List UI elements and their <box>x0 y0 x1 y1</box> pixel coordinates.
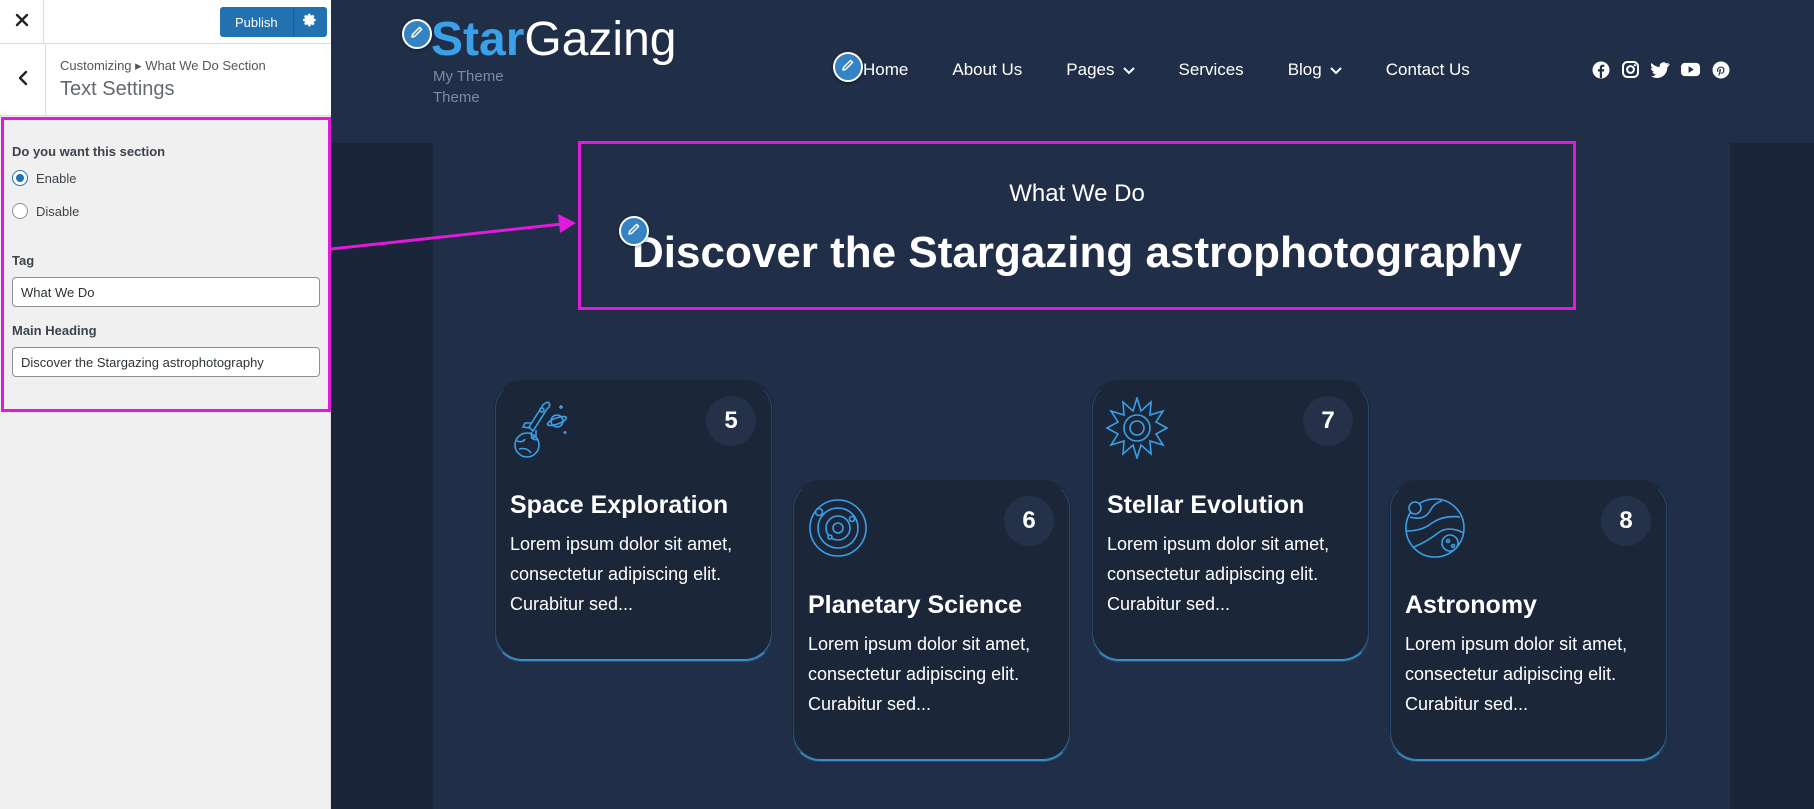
nav-pages-label: Pages <box>1066 60 1115 79</box>
card-number: 7 <box>1303 396 1353 446</box>
main-heading-input[interactable] <box>12 347 320 377</box>
radio-enable-label: Enable <box>36 170 77 186</box>
card-title: Stellar Evolution <box>1107 491 1305 519</box>
customizer-header: Publish <box>0 0 331 44</box>
card-text: Lorem ipsum dolor sit amet, consectetur … <box>1405 634 1628 714</box>
site-logo[interactable]: StarGazing <box>431 12 676 68</box>
pencil-icon <box>410 25 424 44</box>
site-preview: StarGazing My Theme Theme Home About Us … <box>331 0 1814 809</box>
edit-logo-button[interactable] <box>402 19 432 49</box>
radio-enable[interactable]: Enable <box>12 170 76 186</box>
section-tag: What We Do <box>1009 180 1145 207</box>
nav-pages[interactable]: Pages <box>1066 60 1135 80</box>
nav-blog[interactable]: Blog <box>1288 60 1342 80</box>
radio-disable-label: Disable <box>36 203 80 219</box>
pinterest-icon[interactable] <box>1711 60 1730 79</box>
nav-about-label: About Us <box>952 60 1023 79</box>
tag-label: Tag <box>12 253 35 268</box>
card-planetary-science[interactable]: 6 Planetary Science Lorem ipsum dolor si… <box>792 480 1071 761</box>
pencil-icon <box>627 222 641 241</box>
card-title: Planetary Science <box>808 591 1023 619</box>
close-button[interactable] <box>0 0 44 44</box>
social-links <box>1591 60 1741 79</box>
nav-about-us[interactable]: About Us <box>952 60 1022 80</box>
planets-icon <box>1404 497 1466 559</box>
nav-services[interactable]: Services <box>1179 60 1244 80</box>
section-toggle-label: Do you want this section <box>12 144 166 159</box>
back-button[interactable] <box>0 44 46 116</box>
card-text: Lorem ipsum dolor sit amet, consectetur … <box>510 534 733 614</box>
nav-home[interactable]: Home <box>863 60 908 80</box>
breadcrumb: Customizing ▸ What We Do Section <box>60 58 266 73</box>
nav-home-label: Home <box>863 60 909 79</box>
radio-button-checked[interactable] <box>12 170 28 186</box>
facebook-icon[interactable] <box>1591 60 1610 79</box>
site-tagline-line2: Theme <box>433 89 480 106</box>
tag-input[interactable] <box>12 277 320 307</box>
publish-settings-button[interactable] <box>292 7 327 37</box>
radio-button-unchecked[interactable] <box>12 203 28 219</box>
edit-menu-button[interactable] <box>833 52 863 82</box>
radio-disable[interactable]: Disable <box>12 203 79 219</box>
close-icon <box>15 13 29 32</box>
card-title: Space Exploration <box>510 491 729 519</box>
edit-heading-button[interactable] <box>619 216 649 246</box>
orbit-icon <box>807 497 869 559</box>
instagram-icon[interactable] <box>1621 60 1640 79</box>
chevron-left-icon <box>17 70 29 91</box>
gear-icon <box>303 13 317 32</box>
publish-button[interactable]: Publish <box>220 7 293 37</box>
main-nav: Home About Us Pages Services Blog Contac… <box>863 60 1514 80</box>
card-title: Astronomy <box>1405 591 1537 619</box>
nav-contact-us[interactable]: Contact Us <box>1386 60 1470 80</box>
card-text: Lorem ipsum dolor sit amet, consectetur … <box>808 634 1031 714</box>
card-astronomy[interactable]: 8 Astronomy Lorem ipsum dolor sit amet, … <box>1389 480 1668 761</box>
card-text: Lorem ipsum dolor sit amet, consectetur … <box>1107 534 1330 614</box>
section-controls: Do you want this section Enable Disable … <box>1 117 331 412</box>
card-number: 5 <box>706 396 756 446</box>
section-main-heading: Discover the Stargazing astrophotography <box>632 228 1522 277</box>
site-tagline-line1: My Theme <box>433 68 504 85</box>
chevron-down-icon <box>1122 60 1135 80</box>
panel-title: Text Settings <box>60 78 175 100</box>
card-space-exploration[interactable]: 5 Space Exploration Lorem ipsum dolor si… <box>494 380 773 661</box>
logo-star: Star <box>431 13 525 66</box>
pencil-icon <box>841 58 855 77</box>
twitter-icon[interactable] <box>1651 60 1670 79</box>
nav-contact-label: Contact Us <box>1385 60 1470 79</box>
sun-icon <box>1105 395 1169 461</box>
main-heading-label: Main Heading <box>12 323 97 338</box>
customizer-sidebar: Publish Customizing ▸ What We Do Section… <box>0 0 331 809</box>
rocket-planet-icon <box>509 397 571 459</box>
youtube-icon[interactable] <box>1681 60 1700 79</box>
section-heading-highlight: What We Do Discover the Stargazing astro… <box>578 141 1576 310</box>
card-number: 8 <box>1601 496 1651 546</box>
card-stellar-evolution[interactable]: 7 Stellar Evolution Lorem ipsum dolor si… <box>1091 380 1370 661</box>
card-number: 6 <box>1004 496 1054 546</box>
nav-services-label: Services <box>1178 60 1244 79</box>
chevron-down-icon <box>1330 60 1342 80</box>
section-header: Customizing ▸ What We Do Section Text Se… <box>0 44 331 116</box>
publish-group: Publish <box>220 7 327 37</box>
logo-gazing: Gazing <box>524 13 677 66</box>
nav-blog-label: Blog <box>1287 60 1322 79</box>
